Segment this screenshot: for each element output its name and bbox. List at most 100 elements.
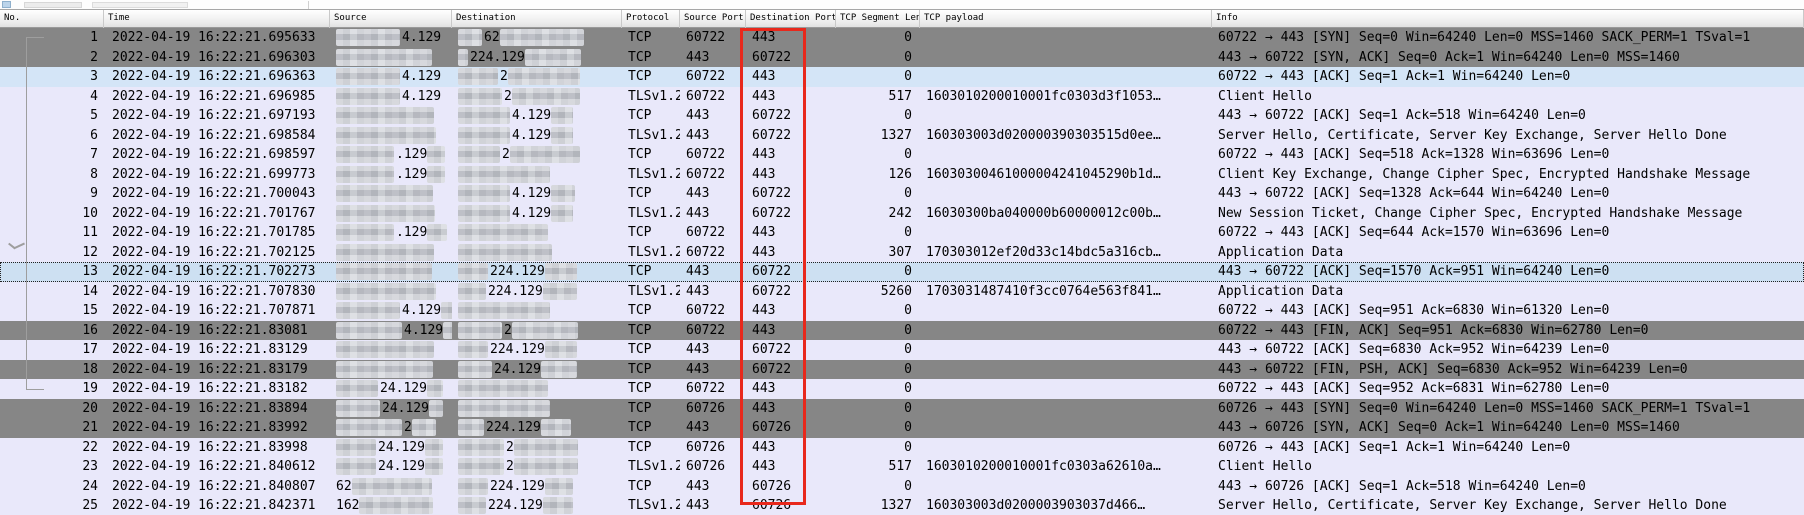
cell-protocol: TCP (622, 48, 680, 68)
packet-row[interactable]: 182022-04-19 16:22:21.8317924.129TCP4436… (0, 360, 1804, 380)
cell-no: 7 (0, 145, 104, 165)
column-header-protocol[interactable]: Protocol (622, 10, 680, 28)
ip-fragment: .129 (396, 165, 427, 185)
packet-row[interactable]: 42022-04-19 16:22:21.6969854.1292TLSv1.2… (0, 87, 1804, 107)
packet-row[interactable]: 92022-04-19 16:22:21.7000434.129TCP44360… (0, 184, 1804, 204)
redaction-mosaic (359, 497, 433, 514)
packet-row[interactable]: 152022-04-19 16:22:21.7078714.129TCP6072… (0, 301, 1804, 321)
ip-fragment: .129 (396, 223, 427, 243)
cell-time: 2022-04-19 16:22:21.83179 (104, 360, 330, 380)
cell-protocol: TCP (622, 223, 680, 243)
ip-fragment: 2 (404, 418, 412, 438)
stream-first-packet-bracket (26, 37, 44, 38)
cell-no: 20 (0, 399, 104, 419)
cell-payload (920, 301, 1212, 321)
cell-destination (452, 243, 622, 263)
cell-source: 2 (330, 418, 452, 438)
cell-dport: 443 (746, 145, 836, 165)
redaction-mosaic (508, 68, 580, 85)
cell-time: 2022-04-19 16:22:21.707871 (104, 301, 330, 321)
redaction-mosaic (336, 361, 433, 378)
column-header-destination[interactable]: Destination (452, 10, 622, 28)
cell-info: 60722 → 443 [SYN] Seq=0 Win=64240 Len=0 … (1212, 28, 1804, 48)
cell-payload (920, 418, 1212, 438)
cell-destination: 2 (452, 321, 622, 341)
column-header-seglen[interactable]: TCP Segment Len (836, 10, 920, 28)
cell-source (330, 262, 452, 282)
packet-row[interactable]: 122022-04-19 16:22:21.702125TLSv1.260722… (0, 243, 1804, 263)
redaction-mosaic (458, 49, 468, 66)
cell-protocol: TCP (622, 301, 680, 321)
cell-no: 6 (0, 126, 104, 146)
cell-sport: 60726 (680, 438, 746, 458)
cell-time: 2022-04-19 16:22:21.698584 (104, 126, 330, 146)
packet-row[interactable]: 112022-04-19 16:22:21.701785.129TCP60722… (0, 223, 1804, 243)
packet-row[interactable]: 222022-04-19 16:22:21.8399824.1292TCP607… (0, 438, 1804, 458)
packet-row[interactable]: 22022-04-19 16:22:21.696303224.129TCP443… (0, 48, 1804, 68)
cell-info: Server Hello, Certificate, Server Key Ex… (1212, 126, 1804, 146)
column-header-time[interactable]: Time (104, 10, 330, 28)
packet-row[interactable]: 212022-04-19 16:22:21.839922224.129TCP44… (0, 418, 1804, 438)
cell-no: 21 (0, 418, 104, 438)
cell-no: 25 (0, 496, 104, 515)
packet-row[interactable]: 162022-04-19 16:22:21.830814.1292TCP6072… (0, 321, 1804, 341)
cell-info: 60722 → 443 [ACK] Seq=644 Ack=1570 Win=6… (1212, 223, 1804, 243)
ip-fragment: 162 (336, 496, 359, 515)
redaction-mosaic (458, 419, 484, 436)
cell-payload (920, 399, 1212, 419)
cell-info: 443 → 60722 [ACK] Seq=1 Ack=518 Win=6424… (1212, 106, 1804, 126)
packet-row[interactable]: 232022-04-19 16:22:21.84061224.1292TLSv1… (0, 457, 1804, 477)
ip-fragment: 224.129 (490, 477, 545, 497)
redaction-mosaic (425, 439, 443, 456)
packet-row[interactable]: 52022-04-19 16:22:21.6971934.129TCP44360… (0, 106, 1804, 126)
packet-row[interactable]: 202022-04-19 16:22:21.8389424.129TCP6072… (0, 399, 1804, 419)
cell-sport: 443 (680, 126, 746, 146)
cell-protocol: TLSv1.2 (622, 126, 680, 146)
cell-sport: 443 (680, 340, 746, 360)
packet-list-header: No.TimeSourceDestinationProtocolSource P… (0, 10, 1804, 28)
packet-list-window: No.TimeSourceDestinationProtocolSource P… (0, 0, 1804, 515)
packet-row[interactable]: 12022-04-19 16:22:21.6956334.12962TCP607… (0, 28, 1804, 48)
packet-row[interactable]: 132022-04-19 16:22:21.702273224.129TCP44… (0, 262, 1804, 282)
cell-source: 4.129 (330, 28, 452, 48)
cell-no: 4 (0, 87, 104, 107)
redaction-mosaic (458, 205, 510, 222)
column-header-dport[interactable]: Destination Port (746, 10, 836, 28)
redaction-mosaic (545, 478, 573, 495)
column-header-payload[interactable]: TCP payload (920, 10, 1212, 28)
packet-row[interactable]: 72022-04-19 16:22:21.698597.1292TCP60722… (0, 145, 1804, 165)
cell-no: 15 (0, 301, 104, 321)
cell-source (330, 106, 452, 126)
redaction-mosaic (336, 458, 376, 475)
column-header-no[interactable]: No. (0, 10, 104, 28)
redaction-mosaic (510, 146, 580, 163)
packet-row[interactable]: 82022-04-19 16:22:21.699773.129TLSv1.260… (0, 165, 1804, 185)
cell-protocol: TCP (622, 418, 680, 438)
cell-protocol: TCP (622, 28, 680, 48)
redaction-mosaic (458, 497, 486, 514)
ip-fragment: 4.129 (402, 67, 441, 87)
packet-row[interactable]: 142022-04-19 16:22:21.707830224.129TLSv1… (0, 282, 1804, 302)
cell-source: 162 (330, 496, 452, 515)
packet-row[interactable]: 102022-04-19 16:22:21.7017674.129TLSv1.2… (0, 204, 1804, 224)
cell-protocol: TLSv1.2 (622, 243, 680, 263)
cell-info: 60722 → 443 [ACK] Seq=518 Ack=1328 Win=6… (1212, 145, 1804, 165)
packet-row[interactable]: 242022-04-19 16:22:21.84080762224.129TCP… (0, 477, 1804, 497)
packet-row[interactable]: 32022-04-19 16:22:21.6963634.1292TCP6072… (0, 67, 1804, 87)
cell-destination (452, 223, 622, 243)
column-header-info[interactable]: Info (1212, 10, 1804, 28)
ip-fragment: 4.129 (512, 106, 551, 126)
packet-row[interactable]: 192022-04-19 16:22:21.8318224.129TCP6072… (0, 379, 1804, 399)
column-header-sport[interactable]: Source Port (680, 10, 746, 28)
packet-row[interactable]: 252022-04-19 16:22:21.842371162224.129TL… (0, 496, 1804, 515)
cell-seglen: 0 (836, 340, 920, 360)
cell-time: 2022-04-19 16:22:21.698597 (104, 145, 330, 165)
cell-seglen: 0 (836, 145, 920, 165)
column-header-source[interactable]: Source (330, 10, 452, 28)
packet-row[interactable]: 172022-04-19 16:22:21.83129224.129TCP443… (0, 340, 1804, 360)
redaction-mosaic (352, 478, 432, 495)
cell-time: 2022-04-19 16:22:21.701767 (104, 204, 330, 224)
packet-row[interactable]: 62022-04-19 16:22:21.6985844.129TLSv1.24… (0, 126, 1804, 146)
cell-time: 2022-04-19 16:22:21.83081 (104, 321, 330, 341)
cell-info: 60726 → 443 [SYN] Seq=0 Win=64240 Len=0 … (1212, 399, 1804, 419)
